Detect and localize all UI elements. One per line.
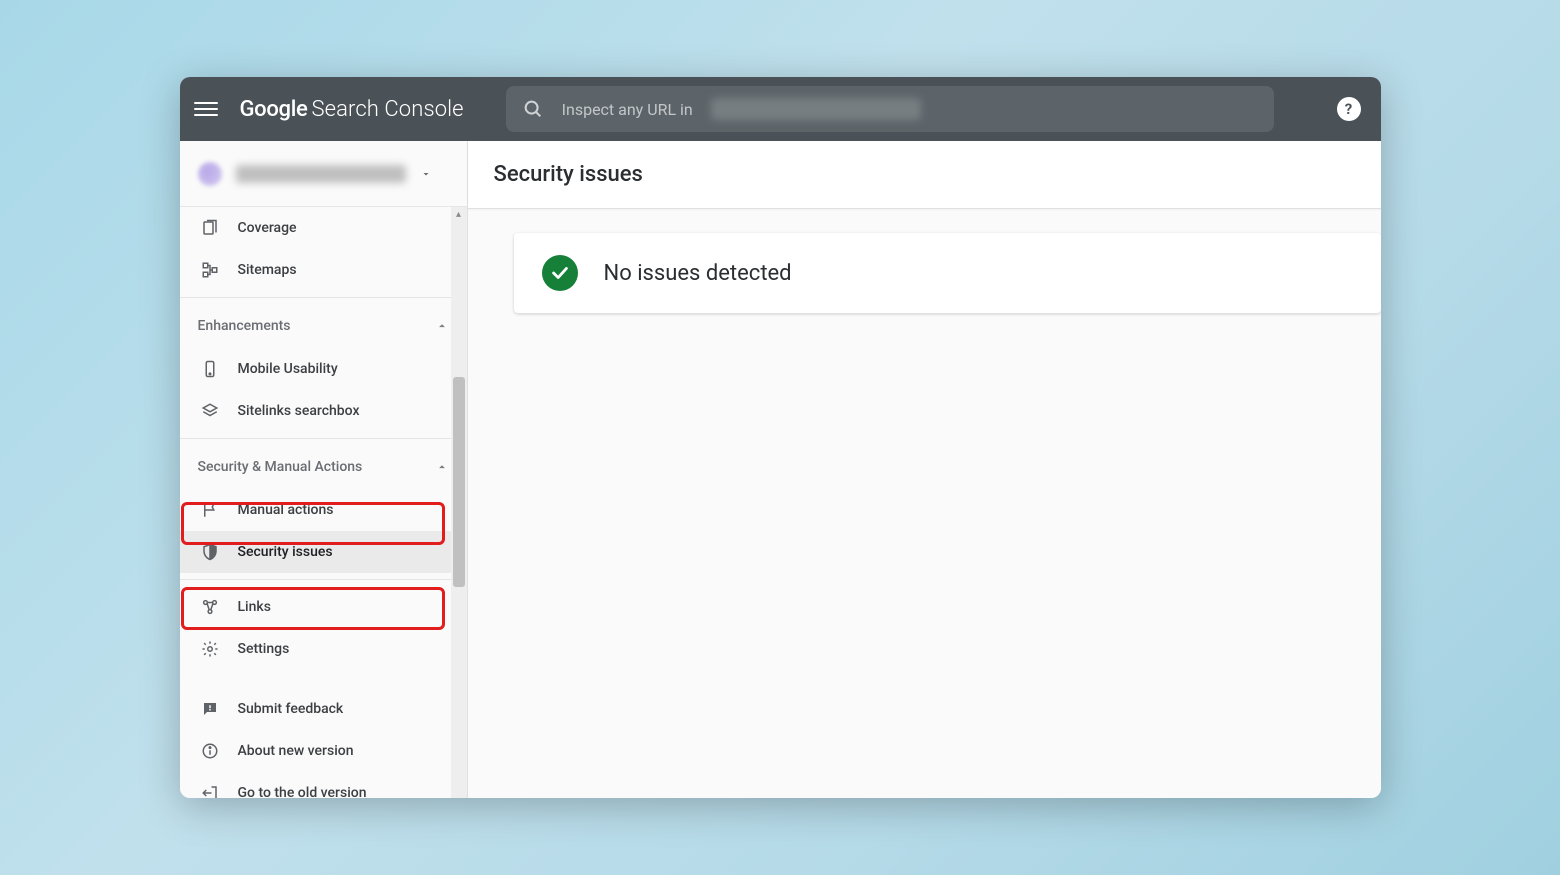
divider xyxy=(180,297,467,298)
sidebar-item-go-to-old-version[interactable]: Go to the old version xyxy=(180,772,467,798)
sidebar-item-about-new-version[interactable]: About new version xyxy=(180,730,467,772)
sidebar-item-label: Links xyxy=(238,599,271,615)
main-content: Security issues No issues detected xyxy=(468,141,1381,798)
search-property-url-blurred xyxy=(711,98,921,120)
scroll-up-arrow-icon[interactable]: ▴ xyxy=(451,209,467,220)
sidebar-section-security-manual[interactable]: Security & Manual Actions xyxy=(180,445,467,489)
sidebar-item-label: Settings xyxy=(238,641,290,657)
sidebar-item-sitemaps[interactable]: Sitemaps xyxy=(180,249,467,291)
sidebar-item-security-issues[interactable]: Security issues xyxy=(180,531,467,573)
divider xyxy=(180,438,467,439)
sidebar-item-label: Security issues xyxy=(238,544,333,560)
flag-icon xyxy=(200,501,220,519)
sidebar-section-label: Enhancements xyxy=(198,318,291,334)
gear-icon xyxy=(200,640,220,658)
sidebar-nav: Coverage Sitemaps Enhancements xyxy=(180,207,467,798)
exit-icon xyxy=(200,784,220,798)
top-bar: Google Search Console Inspect any URL in… xyxy=(180,77,1381,141)
content-area: No issues detected xyxy=(468,209,1381,313)
sidebar-item-coverage[interactable]: Coverage xyxy=(180,207,467,249)
help-button[interactable]: ? xyxy=(1337,97,1361,121)
status-card: No issues detected xyxy=(514,233,1381,313)
sidebar-section-enhancements[interactable]: Enhancements xyxy=(180,304,467,348)
sidebar-item-manual-actions[interactable]: Manual actions xyxy=(180,489,467,531)
chevron-up-icon xyxy=(435,460,449,474)
sidebar-item-label: Submit feedback xyxy=(238,701,344,717)
sidebar-section-label: Security & Manual Actions xyxy=(198,459,363,475)
coverage-icon xyxy=(200,219,220,237)
feedback-icon xyxy=(200,700,220,718)
search-icon xyxy=(522,98,544,120)
property-selector[interactable] xyxy=(180,141,467,207)
sidebar-item-links[interactable]: Links xyxy=(180,586,467,628)
search-placeholder-prefix: Inspect any URL in xyxy=(562,100,693,119)
sidebar-item-label: Sitelinks searchbox xyxy=(238,403,360,419)
links-icon xyxy=(200,598,220,616)
sidebar-item-label: Go to the old version xyxy=(238,785,367,798)
divider xyxy=(180,579,467,580)
menu-button[interactable] xyxy=(194,97,218,121)
check-circle-icon xyxy=(542,255,578,291)
sidebar-scrollbar[interactable]: ▴ xyxy=(451,207,467,798)
sidebar-item-label: Mobile Usability xyxy=(238,361,338,377)
status-message: No issues detected xyxy=(604,261,792,286)
brand-google-text: Google xyxy=(240,97,308,122)
caret-down-icon xyxy=(420,168,432,180)
chevron-up-icon xyxy=(435,319,449,333)
info-icon xyxy=(200,742,220,760)
sidebar-item-label: About new version xyxy=(238,743,354,759)
sitemap-icon xyxy=(200,261,220,279)
sidebar-item-settings[interactable]: Settings xyxy=(180,628,467,670)
scroll-thumb[interactable] xyxy=(453,377,465,587)
sidebar-item-mobile-usability[interactable]: Mobile Usability xyxy=(180,348,467,390)
sidebar-item-label: Sitemaps xyxy=(238,262,297,278)
sidebar: Coverage Sitemaps Enhancements xyxy=(180,141,468,798)
sidebar-item-sitelinks-searchbox[interactable]: Sitelinks searchbox xyxy=(180,390,467,432)
page-title: Security issues xyxy=(494,162,643,187)
sidebar-item-submit-feedback[interactable]: Submit feedback xyxy=(180,688,467,730)
sidebar-item-label: Coverage xyxy=(238,220,297,236)
app-body: Coverage Sitemaps Enhancements xyxy=(180,141,1381,798)
app-window: Google Search Console Inspect any URL in… xyxy=(180,77,1381,798)
mobile-icon xyxy=(200,360,220,378)
property-name-blurred xyxy=(236,165,406,183)
page-header: Security issues xyxy=(468,141,1381,209)
sidebar-item-label: Manual actions xyxy=(238,502,334,518)
shield-icon xyxy=(200,543,220,561)
brand-product-text: Search Console xyxy=(312,97,464,122)
layers-icon xyxy=(200,402,220,420)
property-favicon xyxy=(198,162,222,186)
brand-logo: Google Search Console xyxy=(240,97,464,122)
url-inspect-search[interactable]: Inspect any URL in xyxy=(506,86,1274,132)
